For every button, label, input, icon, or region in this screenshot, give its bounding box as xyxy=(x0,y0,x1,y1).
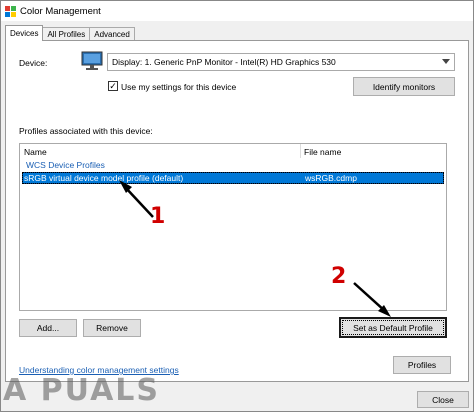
arrow-2-icon xyxy=(353,282,391,317)
step-1-label: 1 xyxy=(150,204,166,229)
step-2-label: 2 xyxy=(331,264,347,289)
tab-devices[interactable]: Devices xyxy=(5,25,44,41)
appuals-watermark: A PUALS xyxy=(3,373,161,408)
annotation-arrows xyxy=(119,180,391,317)
color-management-window: Color Management Devices All Profiles Ad… xyxy=(0,0,474,412)
arrow-1-icon xyxy=(119,180,154,218)
